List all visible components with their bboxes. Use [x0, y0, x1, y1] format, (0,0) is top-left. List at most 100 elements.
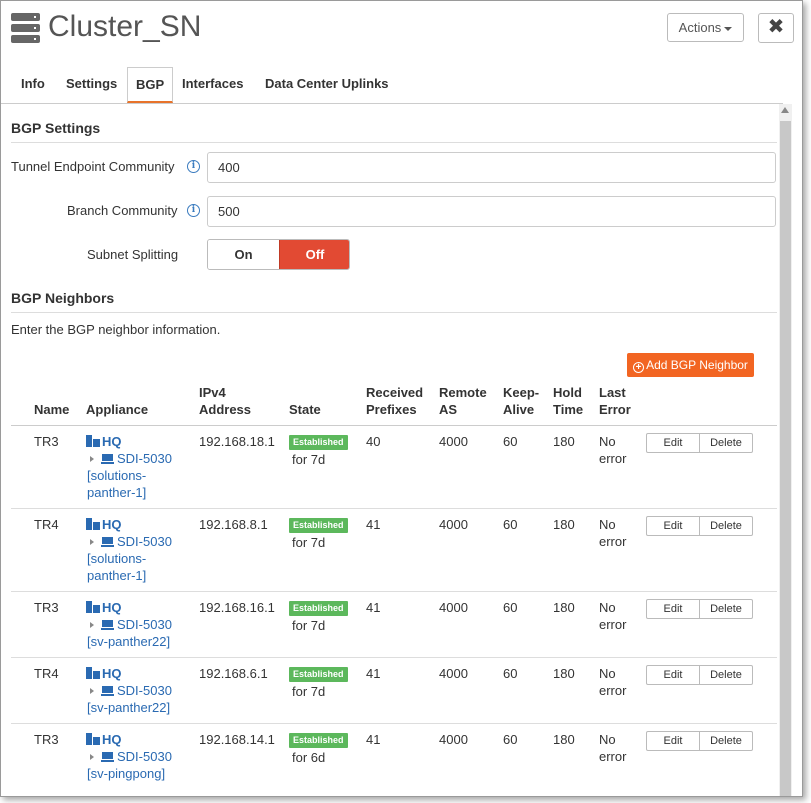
- neighbor-name: TR4: [34, 666, 59, 681]
- appliance-site-link[interactable]: HQ: [86, 433, 122, 450]
- received-prefixes: 40: [366, 434, 381, 449]
- edit-button[interactable]: Edit: [647, 666, 699, 684]
- appliance-cluster-link[interactable]: [solutions-panther-1]: [87, 467, 146, 501]
- expand-arrow-icon[interactable]: [90, 622, 94, 629]
- delete-button[interactable]: Delete: [699, 600, 752, 618]
- tunnel-endpoint-input[interactable]: 400: [207, 152, 776, 183]
- building-icon: [86, 518, 100, 530]
- status-badge: Established: [289, 601, 348, 616]
- row-actions: Edit Delete: [646, 433, 753, 453]
- col-ipv4: IPv4 Address: [199, 385, 252, 417]
- keep-alive: 60: [503, 666, 518, 681]
- appliance-cluster-link[interactable]: [sv-pingpong]: [87, 765, 165, 782]
- appliance-cluster-link[interactable]: [solutions-panther-1]: [87, 550, 146, 584]
- page-title: Cluster_SN: [48, 10, 202, 43]
- branch-community-input[interactable]: 500: [207, 196, 776, 227]
- tab-info[interactable]: Info: [13, 67, 53, 103]
- ipv4-address: 192.168.14.1: [199, 732, 275, 747]
- appliance-device-link[interactable]: SDI-5030: [86, 616, 172, 633]
- info-icon[interactable]: i: [187, 204, 200, 217]
- add-bgp-neighbor-button[interactable]: + Add BGP Neighbor: [627, 353, 754, 377]
- info-icon[interactable]: i: [187, 160, 200, 173]
- state-duration: for 7d: [292, 535, 326, 550]
- col-keep-alive: Keep- Alive: [503, 385, 540, 417]
- subnet-splitting-label: Subnet Splitting: [87, 247, 179, 262]
- ipv4-address: 192.168.6.1: [199, 666, 268, 681]
- appliance-device-link[interactable]: SDI-5030: [86, 682, 172, 699]
- close-button[interactable]: ✖: [758, 13, 794, 43]
- appliance-icon: [101, 620, 114, 630]
- state-duration: for 7d: [292, 684, 326, 699]
- neighbor-name: TR3: [34, 732, 59, 747]
- delete-button[interactable]: Delete: [699, 434, 752, 452]
- scroll-up-arrow-icon[interactable]: [781, 107, 789, 113]
- expand-arrow-icon[interactable]: [90, 539, 94, 546]
- appliance-site-link[interactable]: HQ: [86, 516, 122, 533]
- delete-button[interactable]: Delete: [699, 517, 752, 535]
- expand-arrow-icon[interactable]: [90, 456, 94, 463]
- expand-arrow-icon[interactable]: [90, 754, 94, 761]
- ipv4-address: 192.168.18.1: [199, 434, 275, 449]
- building-icon: [86, 601, 100, 613]
- edit-button[interactable]: Edit: [647, 600, 699, 618]
- appliance-site-link[interactable]: HQ: [86, 731, 122, 748]
- table-header-divider: [11, 425, 777, 426]
- neighbors-description: Enter the BGP neighbor information.: [11, 322, 221, 337]
- appliance-icon: [101, 686, 114, 696]
- subnet-on-button[interactable]: On: [208, 240, 279, 269]
- remote-as: 4000: [439, 732, 468, 747]
- tab-bgp[interactable]: BGP: [127, 67, 174, 103]
- row-actions: Edit Delete: [646, 516, 753, 536]
- edit-button[interactable]: Edit: [647, 732, 699, 750]
- keep-alive: 60: [503, 434, 518, 449]
- tab-interfaces[interactable]: Interfaces: [174, 67, 251, 103]
- delete-button[interactable]: Delete: [699, 666, 752, 684]
- appliance-icon: [101, 537, 114, 547]
- subnet-splitting-toggle: On Off: [207, 239, 350, 270]
- appliance-cluster-link[interactable]: [sv-panther22]: [87, 633, 170, 650]
- state-duration: for 6d: [292, 750, 326, 765]
- scroll-thumb[interactable]: [780, 121, 791, 796]
- remote-as: 4000: [439, 666, 468, 681]
- appliance-device-link[interactable]: SDI-5030: [86, 748, 172, 765]
- appliance-site-link[interactable]: HQ: [86, 665, 122, 682]
- scrollbar[interactable]: [779, 104, 792, 796]
- appliance-device-link[interactable]: SDI-5030: [86, 533, 172, 550]
- subnet-off-button[interactable]: Off: [279, 240, 349, 269]
- tab-settings[interactable]: Settings: [58, 67, 125, 103]
- cluster-dialog: Cluster_SN Actions ✖ Info Settings BGP I…: [0, 0, 803, 797]
- edit-button[interactable]: Edit: [647, 517, 699, 535]
- col-hold-time: Hold Time: [553, 385, 584, 417]
- last-error: No error: [599, 434, 627, 466]
- expand-arrow-icon[interactable]: [90, 688, 94, 695]
- server-icon: [11, 13, 40, 43]
- col-received-prefixes: Received Prefixes: [366, 385, 424, 417]
- keep-alive: 60: [503, 517, 518, 532]
- received-prefixes: 41: [366, 600, 381, 615]
- tab-data-center-uplinks[interactable]: Data Center Uplinks: [257, 67, 397, 103]
- appliance-device-link[interactable]: SDI-5030: [86, 450, 172, 467]
- caret-down-icon: [724, 26, 733, 31]
- divider: [11, 142, 777, 143]
- building-icon: [86, 733, 100, 745]
- actions-label: Actions: [678, 20, 722, 35]
- tab-bar: Info Settings BGP Interfaces Data Center…: [1, 67, 783, 104]
- last-error: No error: [599, 600, 627, 632]
- row-actions: Edit Delete: [646, 599, 753, 619]
- row-divider: [11, 508, 777, 509]
- keep-alive: 60: [503, 732, 518, 747]
- remote-as: 4000: [439, 600, 468, 615]
- hold-time: 180: [553, 732, 575, 747]
- bgp-settings-title: BGP Settings: [11, 120, 101, 136]
- state-duration: for 7d: [292, 618, 326, 633]
- delete-button[interactable]: Delete: [699, 732, 752, 750]
- building-icon: [86, 435, 100, 447]
- col-state: State: [289, 402, 321, 417]
- appliance-cluster-link[interactable]: [sv-panther22]: [87, 699, 170, 716]
- neighbor-name: TR4: [34, 517, 59, 532]
- row-actions: Edit Delete: [646, 665, 753, 685]
- plus-circle-icon: +: [633, 362, 645, 373]
- actions-button[interactable]: Actions: [667, 13, 744, 42]
- edit-button[interactable]: Edit: [647, 434, 699, 452]
- appliance-site-link[interactable]: HQ: [86, 599, 122, 616]
